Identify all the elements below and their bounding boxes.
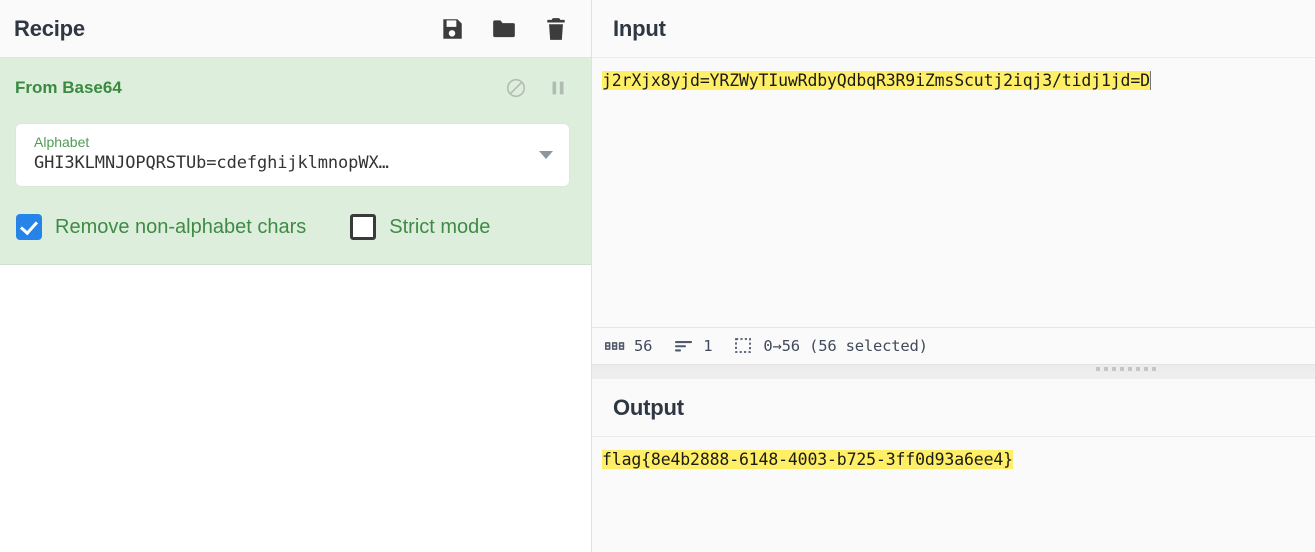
output-textarea[interactable]: flag{8e4b2888-6148-4003-b725-3ff0d93a6ee… [592, 437, 1315, 552]
output-titlebar: Output [592, 379, 1315, 437]
status-length: 56 [605, 337, 652, 355]
recipe-titlebar: Recipe [0, 0, 591, 58]
operation-controls [505, 77, 569, 99]
input-textarea[interactable]: j2rXjx8yjd=YRZWyTIuwRdbyQdbqR3R9iZmsScut… [592, 58, 1315, 327]
operation-from-base64[interactable]: From Base64 Alphabet GHI3KLMNJOPQRSTUb=c… [0, 58, 591, 265]
status-length-value: 56 [634, 337, 653, 355]
cyberchef-app: Recipe From Base64 Alphabet GHI3KLMNJOPQ… [0, 0, 1315, 552]
status-selection: 0→56 (56 selected) [734, 337, 928, 355]
alphabet-label: Alphabet [34, 134, 90, 150]
strict-mode-checkbox[interactable]: Strict mode [350, 214, 490, 240]
status-selection-value: 0→56 (56 selected) [763, 337, 928, 355]
chevron-down-icon[interactable] [539, 151, 553, 159]
splitter-grip-icon[interactable] [1096, 367, 1160, 371]
strict-mode-label: Strict mode [389, 216, 491, 238]
io-splitter[interactable] [592, 365, 1315, 372]
clear-recipe-icon[interactable] [543, 16, 569, 42]
disable-operation-icon[interactable] [505, 77, 527, 99]
remove-non-alphabet-chars-checkbox[interactable]: Remove non-alphabet chars [16, 214, 306, 240]
operation-checkbox-row: Remove non-alphabet chars Strict mode [16, 214, 591, 240]
text-caret [1149, 71, 1151, 90]
input-status-bar: 56 1 0→56 (56 selected) [592, 327, 1315, 364]
recipe-empty-area[interactable] [0, 265, 591, 552]
recipe-panel-title: Recipe [14, 15, 85, 41]
io-column: Input j2rXjx8yjd=YRZWyTIuwRdbyQdbqR3R9iZ… [591, 0, 1315, 552]
status-lines-value: 1 [703, 337, 713, 355]
selection-icon [734, 337, 754, 355]
input-panel-title: Input [613, 15, 666, 41]
recipe-panel: Recipe From Base64 Alphabet GHI3KLMNJOPQ… [0, 0, 591, 552]
output-panel-title: Output [613, 394, 684, 420]
output-text[interactable]: flag{8e4b2888-6148-4003-b725-3ff0d93a6ee… [602, 450, 1013, 469]
input-panel: Input j2rXjx8yjd=YRZWyTIuwRdbyQdbqR3R9iZ… [592, 0, 1315, 365]
remove-non-alphabet-chars-label: Remove non-alphabet chars [55, 216, 307, 238]
line-count-icon [674, 337, 694, 355]
operation-name: From Base64 [15, 78, 122, 97]
alphabet-value[interactable]: GHI3KLMNJOPQRSTUb=cdefghijklmnopWX… [34, 152, 525, 174]
input-titlebar: Input [592, 0, 1315, 58]
load-recipe-icon[interactable] [491, 16, 517, 42]
pause-breakpoint-icon[interactable] [547, 77, 569, 99]
operation-header: From Base64 [0, 58, 591, 108]
checkbox-unchecked-icon[interactable] [350, 214, 377, 240]
checkbox-checked-icon[interactable] [16, 214, 42, 240]
recipe-toolbar [439, 16, 569, 42]
save-recipe-icon[interactable] [439, 16, 465, 42]
output-panel: Output flag{8e4b2888-6148-4003-b725-3ff0… [592, 379, 1315, 552]
status-lines: 1 [674, 337, 713, 355]
abc-length-icon [605, 337, 625, 355]
alphabet-field[interactable]: Alphabet GHI3KLMNJOPQRSTUb=cdefghijklmno… [16, 124, 569, 186]
input-text[interactable]: j2rXjx8yjd=YRZWyTIuwRdbyQdbqR3R9iZmsScut… [602, 71, 1150, 90]
